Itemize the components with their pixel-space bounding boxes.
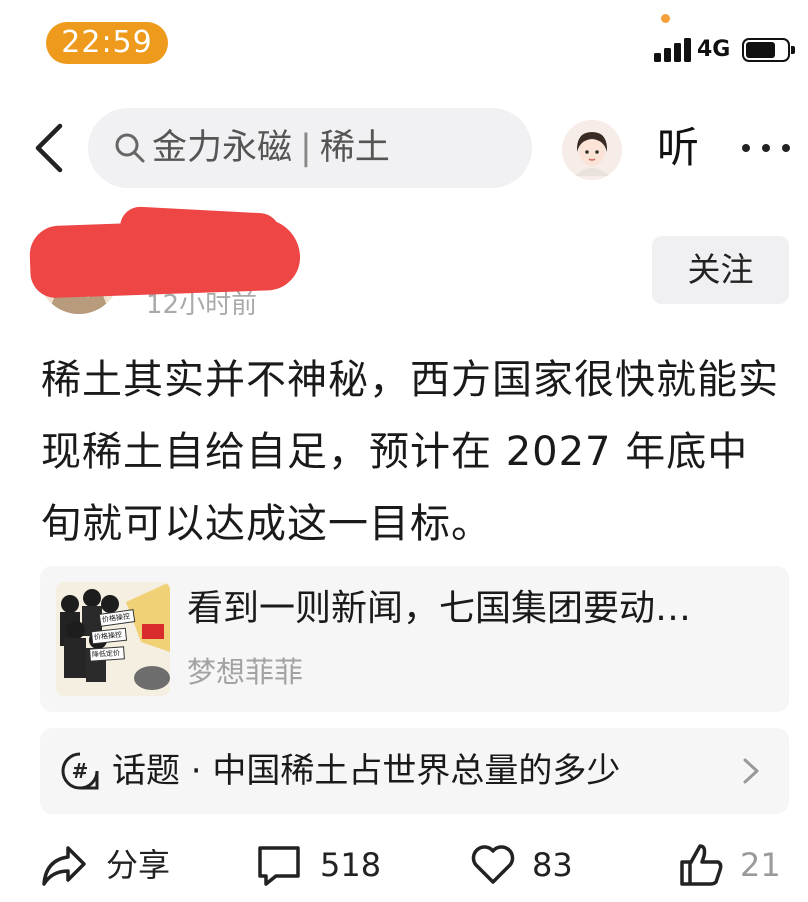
- like-count: 83: [532, 846, 573, 884]
- linked-article-card[interactable]: 价格操控 价格操控 降低定价 看到一则新闻，七国集团要动… 梦想菲菲: [40, 566, 789, 712]
- back-icon[interactable]: [30, 120, 70, 176]
- chevron-right-icon: [743, 758, 759, 784]
- search-bar[interactable]: 金力永磁 | 稀土: [88, 108, 532, 188]
- avatar[interactable]: [562, 120, 622, 180]
- signal-icon: [654, 38, 694, 62]
- search-separator: |: [300, 128, 312, 168]
- search-term-1: 金力永磁: [152, 128, 293, 168]
- topic-row[interactable]: # 话题 · 中国稀土占世界总量的多少: [40, 728, 789, 814]
- hashtag-icon: #: [61, 752, 99, 790]
- search-query: 金力永磁 | 稀土: [152, 126, 390, 170]
- redaction-mark-overlap: [119, 205, 281, 255]
- share-label: 分享: [106, 846, 171, 884]
- battery-icon: [742, 38, 795, 62]
- more-icon[interactable]: [740, 140, 792, 156]
- svg-text:#: #: [72, 759, 89, 783]
- like-button[interactable]: 83: [470, 838, 580, 894]
- listen-button[interactable]: 听: [657, 122, 699, 174]
- share-button[interactable]: 分享: [40, 838, 180, 894]
- search-icon: [115, 133, 145, 163]
- card-author: 梦想菲菲: [187, 655, 304, 689]
- search-term-2: 稀土: [319, 128, 390, 168]
- comment-icon: [258, 846, 300, 886]
- share-icon: [42, 846, 86, 886]
- status-dot: [661, 14, 670, 23]
- card-thumbnail: 价格操控 价格操控 降低定价: [56, 582, 170, 696]
- collect-button[interactable]: 21: [678, 838, 800, 894]
- collect-count: 21: [740, 846, 781, 884]
- post-text: 稀土其实并不神秘，西方国家很快就能实现稀土自给自足，预计在 2027 年底中旬就…: [41, 357, 779, 547]
- card-title: 看到一则新闻，七国集团要动…: [187, 588, 692, 629]
- follow-button[interactable]: 关注: [652, 236, 789, 304]
- network-label: 4G: [697, 37, 731, 62]
- comment-count: 518: [320, 846, 382, 884]
- thumb-icon: [680, 844, 723, 886]
- heart-icon: [471, 845, 515, 884]
- comment-button[interactable]: 518: [256, 838, 386, 894]
- topic-label: 话题 · 中国稀土占世界总量的多少: [112, 751, 621, 791]
- status-time: 22:59: [46, 22, 168, 64]
